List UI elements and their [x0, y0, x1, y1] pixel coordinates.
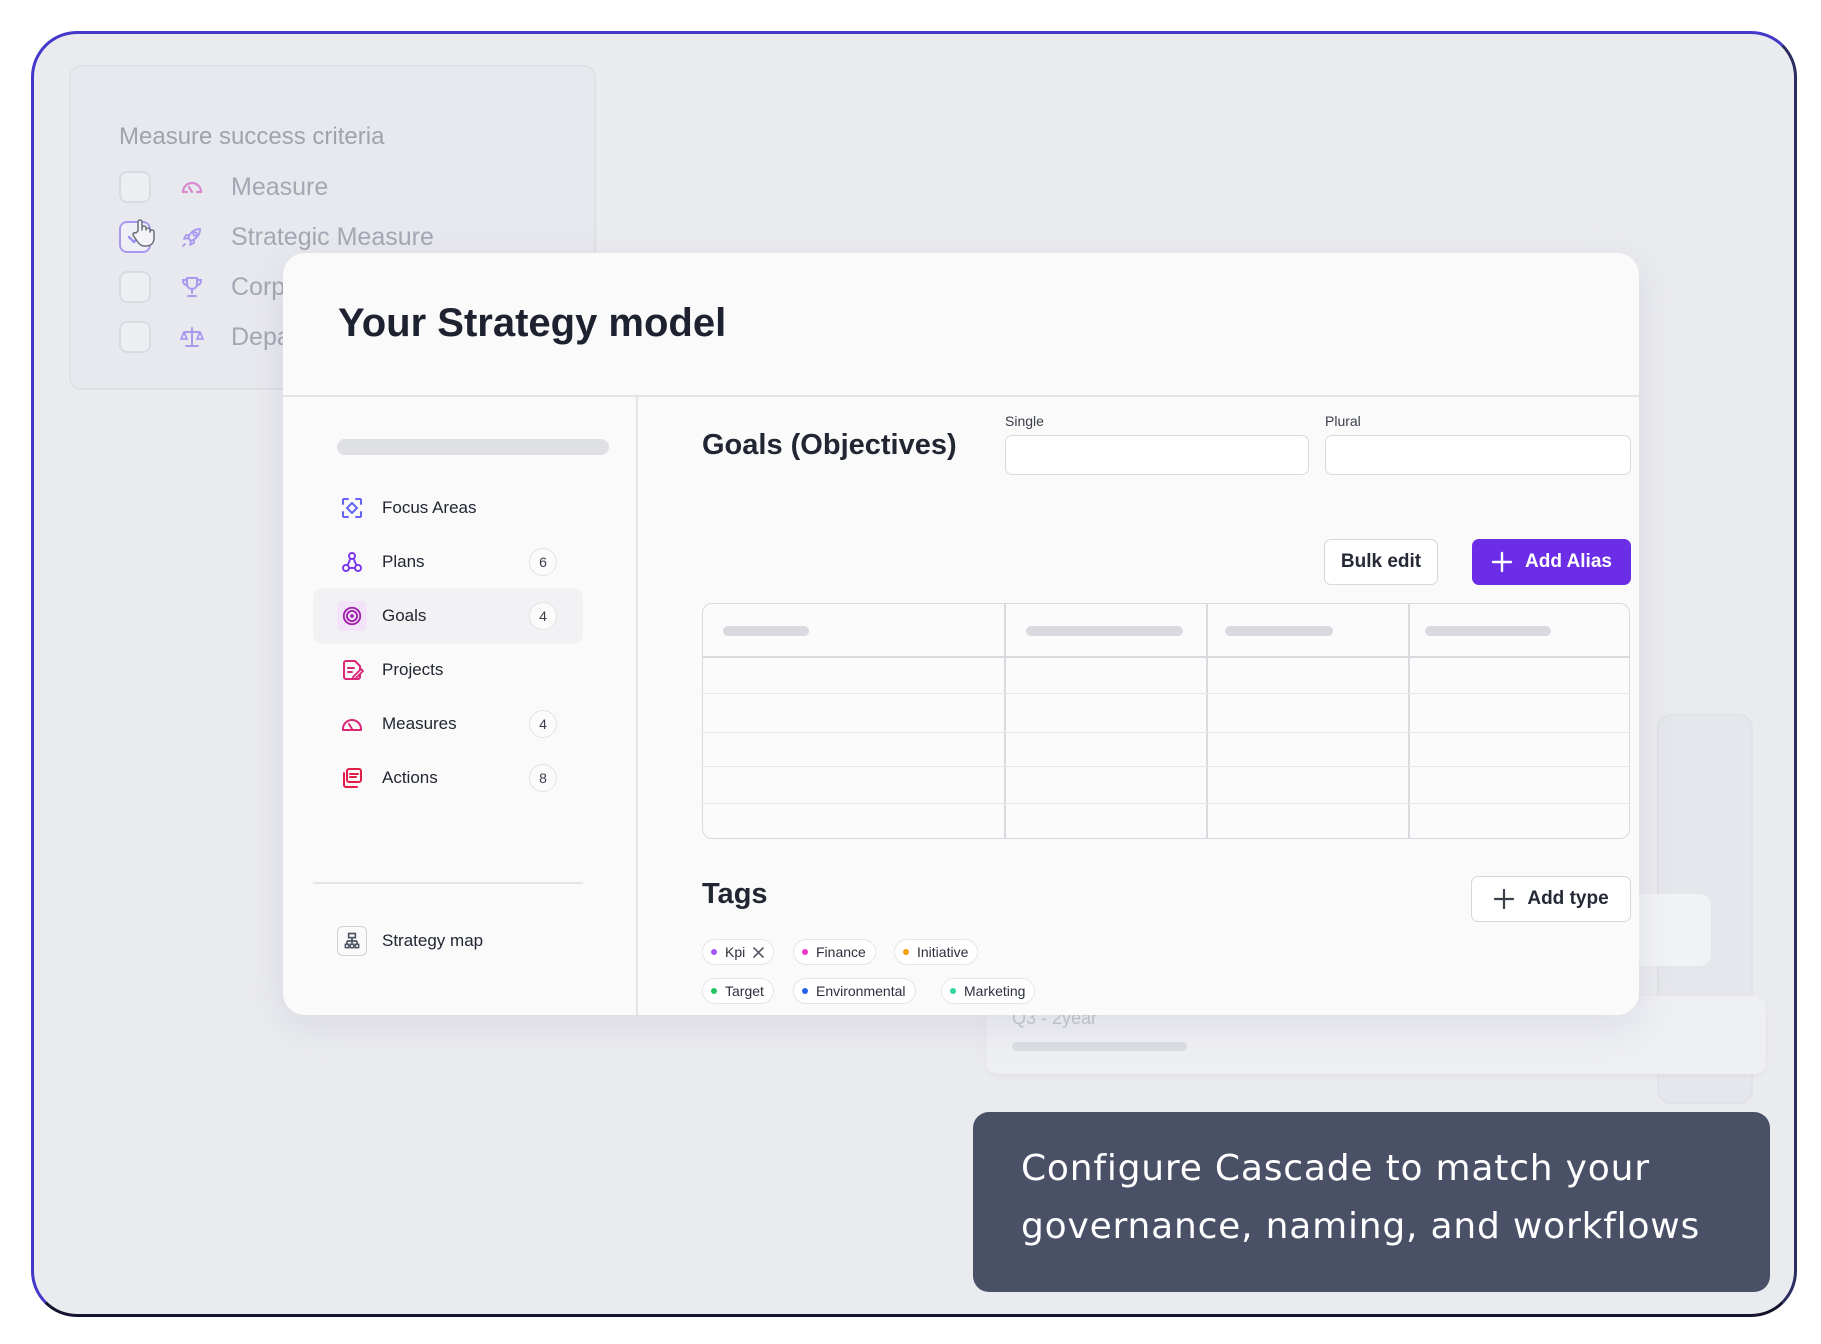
- tag-chip[interactable]: Kpi: [702, 939, 775, 965]
- sidebar-item-measures[interactable]: Measures 4: [313, 696, 583, 752]
- row-divider: [703, 766, 1629, 767]
- tag-chip[interactable]: Initiative: [894, 939, 979, 965]
- sidebar-item-label: Plans: [382, 552, 425, 571]
- gauge-icon: [175, 170, 209, 204]
- criteria-option-corp[interactable]: Corp: [119, 267, 285, 307]
- strategy-model-dialog: Your Strategy model Focus Areas Plans 6 …: [283, 253, 1639, 1015]
- checkbox[interactable]: [119, 321, 151, 353]
- feature-callout: Configure Cascade to match your governan…: [973, 1112, 1770, 1292]
- gauge-icon: [337, 709, 367, 739]
- projects-icon: [337, 655, 367, 685]
- header-placeholder: [1026, 626, 1183, 636]
- scales-icon: [175, 320, 209, 354]
- row-divider: [703, 693, 1629, 694]
- callout-line-1: Configure Cascade to match your: [1021, 1148, 1650, 1189]
- target-icon: [337, 601, 367, 631]
- actions-icon: [337, 763, 367, 793]
- hand-cursor-icon: [132, 219, 155, 247]
- sidebar-item-label: Focus Areas: [382, 498, 477, 517]
- card-title: Measure success criteria: [119, 123, 385, 150]
- criteria-option-measure[interactable]: Measure: [119, 167, 328, 207]
- row-divider: [703, 803, 1629, 804]
- alias-table: [702, 603, 1630, 839]
- row-divider: [703, 732, 1629, 733]
- sidebar-item-goals[interactable]: Goals 4: [313, 588, 583, 644]
- tag-dot: [711, 949, 717, 955]
- count-badge: 4: [529, 602, 557, 630]
- criteria-label: Measure: [231, 172, 329, 201]
- criteria-label: Depa: [231, 322, 291, 351]
- criteria-option-department[interactable]: Depa: [119, 317, 291, 357]
- tags-title: Tags: [702, 878, 768, 910]
- plus-icon: [1491, 551, 1513, 573]
- add-type-label: Add type: [1527, 888, 1609, 909]
- add-type-button[interactable]: Add type: [1471, 876, 1631, 922]
- divider: [313, 882, 583, 884]
- tag-label: Finance: [816, 944, 866, 960]
- strategy-map-icon: [337, 926, 367, 956]
- plus-icon: [1494, 888, 1515, 910]
- timeline-bar: [1012, 1042, 1187, 1051]
- sidebar-item-focus-areas[interactable]: Focus Areas: [313, 480, 583, 536]
- tag-chip[interactable]: Environmental: [793, 978, 916, 1004]
- divider: [636, 397, 638, 1015]
- plural-label: Plural: [1325, 413, 1361, 429]
- tag-dot: [711, 988, 717, 994]
- header-placeholder: [723, 626, 809, 636]
- tag-dot: [802, 988, 808, 994]
- sidebar-item-label: Strategy map: [382, 931, 484, 950]
- section-title: Goals (Objectives): [702, 429, 957, 461]
- sidebar-item-actions[interactable]: Actions 8: [313, 750, 583, 806]
- single-name-input[interactable]: [1005, 435, 1309, 475]
- sidebar-item-plans[interactable]: Plans 6: [313, 534, 583, 590]
- sidebar-item-projects[interactable]: Projects: [313, 642, 583, 698]
- criteria-option-strategic-measure[interactable]: Strategic Measure: [119, 217, 434, 257]
- tag-chip[interactable]: Finance: [793, 939, 876, 965]
- sidebar-item-label: Projects: [382, 660, 444, 679]
- focus-icon: [337, 493, 367, 523]
- tag-dot: [903, 949, 909, 955]
- close-icon[interactable]: [753, 946, 765, 958]
- tag-chip[interactable]: Target: [702, 978, 774, 1004]
- count-badge: 4: [529, 710, 557, 738]
- add-alias-label: Add Alias: [1525, 551, 1612, 572]
- tag-label: Initiative: [917, 944, 969, 960]
- tag-label: Environmental: [816, 983, 906, 999]
- plural-name-input[interactable]: [1325, 435, 1631, 475]
- checkbox[interactable]: [119, 171, 151, 203]
- sidebar-search-placeholder: [337, 439, 609, 455]
- count-badge: 6: [529, 548, 557, 576]
- add-alias-button[interactable]: Add Alias: [1472, 539, 1631, 585]
- sidebar-item-label: Measures: [382, 714, 457, 733]
- header-placeholder: [1425, 626, 1551, 636]
- callout-line-2: governance, naming, and workflows: [1021, 1206, 1701, 1247]
- header-placeholder: [1225, 626, 1333, 636]
- single-label: Single: [1005, 413, 1044, 429]
- plans-icon: [337, 547, 367, 577]
- count-badge: 8: [529, 764, 557, 792]
- checkbox[interactable]: [119, 271, 151, 303]
- divider: [283, 395, 1639, 397]
- sidebar-item-label: Goals: [382, 606, 427, 625]
- sidebar-item-strategy-map[interactable]: Strategy map: [313, 913, 583, 969]
- tag-label: Marketing: [964, 983, 1026, 999]
- sidebar-item-label: Actions: [382, 768, 438, 787]
- rocket-icon: [175, 220, 209, 254]
- tag-label: Kpi: [725, 944, 746, 960]
- page-title: Your Strategy model: [338, 301, 727, 345]
- tag-label: Target: [725, 983, 764, 999]
- tag-chip[interactable]: Marketing: [941, 978, 1036, 1004]
- header-divider: [703, 656, 1629, 658]
- tag-dot: [950, 988, 956, 994]
- trophy-icon: [175, 270, 209, 304]
- criteria-label: Strategic Measure: [231, 222, 434, 251]
- bulk-edit-button[interactable]: Bulk edit: [1324, 539, 1438, 585]
- tag-dot: [802, 949, 808, 955]
- criteria-label: Corp: [231, 272, 286, 301]
